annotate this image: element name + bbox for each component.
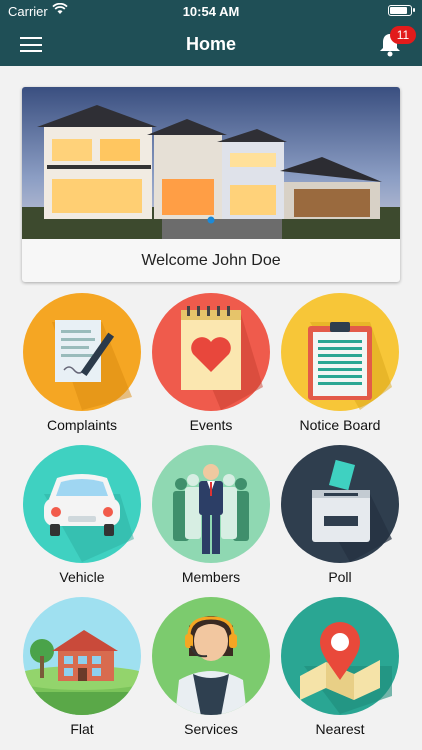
house-icon (23, 597, 141, 715)
clock: 10:54 AM (182, 4, 240, 19)
calendar-heart-icon (152, 293, 270, 411)
tile-services[interactable]: Services (146, 596, 276, 744)
welcome-card: Welcome John Doe (22, 87, 400, 282)
notification-badge[interactable]: 11 (390, 26, 416, 44)
tile-label: Services (184, 721, 238, 737)
battery-icon (388, 5, 415, 16)
ballot-box-icon (281, 445, 399, 563)
tile-label: Notice Board (299, 417, 381, 433)
tile-vehicle[interactable]: Vehicle (17, 444, 147, 592)
welcome-message: Welcome John Doe (141, 252, 281, 269)
tile-flat[interactable]: Flat (17, 596, 147, 744)
complaint-document-icon (23, 293, 141, 411)
car-icon (23, 445, 141, 563)
tile-nearest[interactable]: Nearest (275, 596, 405, 744)
tile-events[interactable]: Events (146, 292, 276, 440)
map-pin-icon (281, 597, 399, 715)
tile-label: Complaints (46, 417, 118, 433)
tile-label: Poll (328, 569, 352, 585)
status-bar: Carrier 10:54 AM (0, 0, 422, 22)
house-image (22, 87, 400, 239)
clipboard-icon (281, 293, 399, 411)
tile-poll[interactable]: Poll (275, 444, 405, 592)
tile-label: Nearest (315, 721, 365, 737)
tile-label: Flat (70, 721, 94, 737)
page-title: Home (185, 34, 236, 54)
tile-label: Events (189, 417, 233, 433)
support-agent-icon (152, 597, 270, 715)
tile-label: Members (181, 569, 241, 585)
people-icon (152, 445, 270, 563)
tile-complaints[interactable]: Complaints (17, 292, 147, 440)
tile-notice-board[interactable]: Notice Board (275, 292, 405, 440)
nav-bar: Home (0, 22, 422, 66)
tile-members[interactable]: Members (146, 444, 276, 592)
tile-label: Vehicle (59, 569, 105, 585)
